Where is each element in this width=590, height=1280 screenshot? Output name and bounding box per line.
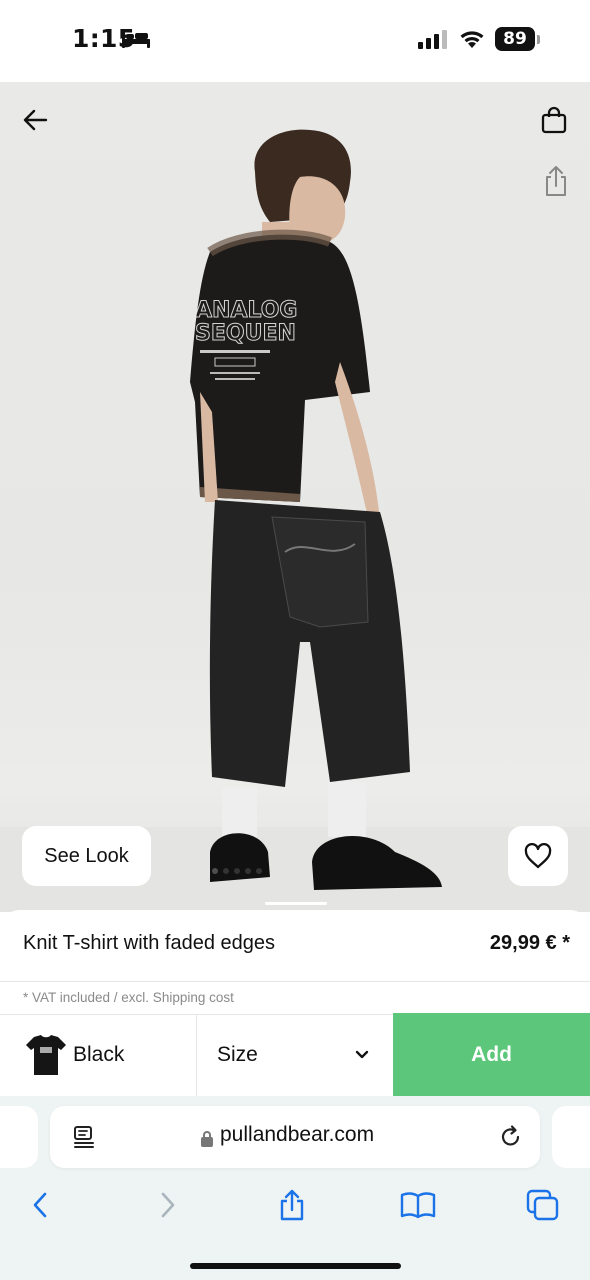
product-price: 29,99 € *	[489, 932, 570, 954]
chevron-down-icon	[355, 1050, 369, 1059]
size-label: Size	[217, 1043, 258, 1066]
share-icon	[546, 166, 566, 196]
vat-note: * VAT included / excl. Shipping cost	[23, 990, 234, 1005]
shopping-bag-button[interactable]	[538, 104, 570, 136]
share-icon	[280, 1189, 304, 1221]
reader-mode-icon[interactable]	[72, 1125, 96, 1149]
address-bar[interactable]: pullandbear.com	[50, 1106, 540, 1168]
bookmarks-button[interactable]	[398, 1185, 438, 1225]
browser-toolbar: pullandbear.com	[0, 1096, 590, 1280]
carousel-dots	[212, 868, 262, 874]
product-image-carousel[interactable]: ANALOG SEQUEN See Look	[0, 82, 590, 912]
heart-icon	[524, 843, 552, 869]
share-button[interactable]	[540, 164, 572, 198]
add-to-cart-button[interactable]: Add	[393, 1013, 590, 1096]
battery-indicator: 89	[495, 27, 535, 51]
svg-text:SEQUEN: SEQUEN	[195, 321, 296, 346]
carousel-dot[interactable]	[245, 868, 251, 874]
product-photo-model: ANALOG SEQUEN	[190, 129, 442, 890]
browser-forward-button[interactable]	[148, 1185, 188, 1225]
color-label: Black	[73, 1043, 125, 1066]
home-indicator	[190, 1263, 401, 1269]
sleep-focus-icon	[122, 32, 150, 48]
see-look-button[interactable]: See Look	[22, 826, 151, 886]
reload-icon[interactable]	[498, 1124, 524, 1150]
divider	[0, 981, 590, 982]
carousel-dot[interactable]	[234, 868, 240, 874]
tabs-button[interactable]	[523, 1185, 563, 1225]
back-button[interactable]	[20, 104, 52, 136]
back-arrow-icon	[23, 109, 48, 131]
status-bar: 1:15 89	[0, 0, 590, 82]
browser-back-button[interactable]	[20, 1185, 60, 1225]
wishlist-button[interactable]	[508, 826, 568, 886]
browser-share-button[interactable]	[272, 1185, 312, 1225]
shopping-bag-icon	[541, 106, 567, 134]
color-selector[interactable]: Black	[0, 1015, 197, 1096]
url-text: pullandbear.com	[220, 1123, 375, 1146]
chevron-left-icon	[33, 1192, 47, 1218]
book-icon	[400, 1192, 436, 1219]
chevron-right-icon	[161, 1192, 175, 1218]
size-selector[interactable]: Size	[197, 1015, 393, 1096]
next-tab-peek[interactable]	[552, 1106, 590, 1168]
previous-tab-peek[interactable]	[0, 1106, 38, 1168]
battery-cap	[537, 35, 540, 44]
sheet-grabber[interactable]	[265, 902, 327, 905]
color-swatch-thumbnail	[26, 1035, 66, 1075]
svg-text:ANALOG: ANALOG	[195, 298, 297, 323]
carousel-dot[interactable]	[212, 868, 218, 874]
tabs-icon	[526, 1189, 559, 1221]
product-panel: Knit T-shirt with faded edges 29,99 € * …	[0, 910, 590, 1096]
lock-icon	[201, 1131, 213, 1147]
cellular-signal-icon	[418, 30, 447, 49]
product-name: Knit T-shirt with faded edges	[23, 932, 275, 954]
carousel-dot[interactable]	[256, 868, 262, 874]
carousel-dot[interactable]	[223, 868, 229, 874]
wifi-icon	[460, 31, 484, 48]
